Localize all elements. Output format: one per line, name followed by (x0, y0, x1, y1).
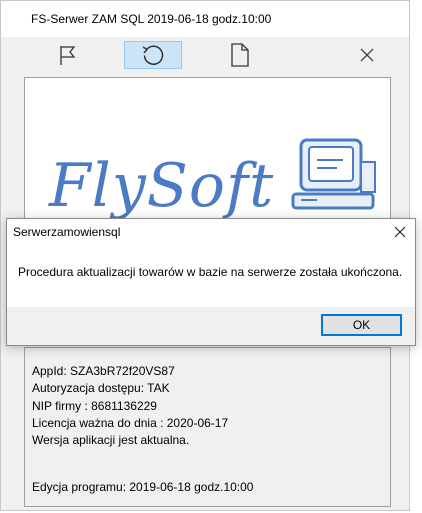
title-bar: FS-Serwer ZAM SQL 2019-06-18 godz.10:00 (1, 1, 409, 37)
close-icon (394, 226, 406, 238)
dialog-title-bar: Serwerzamowiensql (7, 219, 415, 245)
toolbar (1, 38, 409, 74)
logo-text: FlySoft (49, 151, 275, 219)
logo-panel: FlySoft (24, 77, 391, 219)
computer-icon (291, 138, 376, 210)
info-panel: AppId: SZA3bR72f20VS87 Autoryzacja dostę… (24, 347, 391, 507)
refresh-button[interactable] (124, 41, 182, 69)
dialog-close-button[interactable] (389, 221, 411, 243)
app-id-text: AppId: SZA3bR72f20VS87 (32, 364, 175, 378)
flag-button[interactable] (39, 41, 97, 69)
dialog-message: Procedura aktualizacji towarów w bazie n… (18, 265, 403, 279)
license-text: Licencja ważna do dnia : 2020-06-17 (32, 416, 229, 430)
close-icon (360, 48, 374, 62)
version-status-text: Wersja aplikacji jest aktualna. (32, 433, 190, 447)
dialog-title: Serwerzamowiensql (13, 225, 121, 239)
edition-text: Edycja programu: 2019-06-18 godz.10:00 (32, 480, 254, 494)
authorization-text: Autoryzacja dostępu: TAK (32, 381, 170, 395)
refresh-icon (142, 45, 164, 65)
document-button[interactable] (211, 41, 269, 69)
document-icon (231, 43, 249, 67)
dialog-body: Procedura aktualizacji towarów w bazie n… (7, 245, 415, 307)
window-title: FS-Serwer ZAM SQL 2019-06-18 godz.10:00 (31, 12, 272, 26)
close-button[interactable] (338, 41, 396, 69)
nip-text: NIP firmy : 8681136229 (32, 399, 157, 413)
flag-icon (60, 46, 76, 65)
message-dialog: Serwerzamowiensql Procedura aktualizacji… (6, 218, 416, 346)
ok-button[interactable]: OK (321, 314, 402, 336)
